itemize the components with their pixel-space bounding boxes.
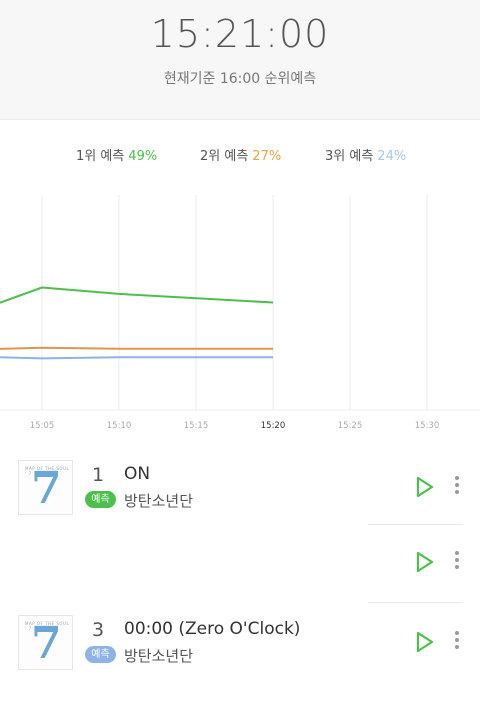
play-icon[interactable] [415,550,435,574]
legend-rank-1: 1위 예측 49% [76,145,157,164]
series-line-3 [0,356,273,360]
album-cover: MAP OF THE SOUL : 7 7 [18,460,73,515]
legend-rank-3: 3위 예측 24% [325,145,406,164]
prediction-subtitle: 현재기준 16:00 순위예측 [163,71,317,87]
song-row-1[interactable]: MAP OF THE SOUL : 7 7 1 ON 예측 방탄소년단 [0,460,480,530]
x-tick-label: 15:25 [338,421,363,431]
series-line-1 [0,286,274,304]
song-row-3[interactable]: MAP OF THE SOUL : 7 7 3 00:00 (Zero O'Cl… [0,615,480,685]
legend-label: 1위 예측 [76,149,125,164]
legend-pct: 24% [377,149,407,164]
x-tick-label: 15:30 [415,421,440,431]
song-title: ON [124,464,151,484]
more-vertical-icon[interactable] [450,631,464,653]
header: 15:21:00 현재기준 16:00 순위예측 [0,0,480,120]
x-tick-label: 15:05 [30,421,55,431]
song-rank: 1 [92,464,105,486]
play-icon[interactable] [415,630,435,654]
song-title: 00:00 (Zero O'Clock) [124,619,301,639]
more-vertical-icon[interactable] [450,551,464,573]
current-time: 15:21:00 [150,12,330,56]
x-tick-label: 15:15 [184,421,209,431]
chart-legend: 1위 예측 49% 2위 예측 27% 3위 예측 24% [0,145,480,165]
prediction-line-chart: 15:05 15:10 15:15 15:20 15:25 15:30 [0,195,480,431]
song-artist: 방탄소년단 [124,492,194,510]
legend-pct: 49% [128,149,158,164]
song-artist: 방탄소년단 [124,647,194,665]
x-tick-label: 15:20 [261,421,286,431]
song-row-2[interactable] [0,535,480,605]
album-cover-number: 7 [31,618,62,669]
song-rank: 3 [92,619,105,641]
prediction-badge: 예측 [85,646,116,663]
row-divider [368,602,463,603]
row-divider [368,524,463,525]
series-line-2 [0,346,273,350]
legend-pct: 27% [252,149,282,164]
x-tick-label: 15:10 [107,421,132,431]
prediction-badge: 예측 [85,491,116,508]
album-cover-number: 7 [31,463,62,514]
album-cover: MAP OF THE SOUL : 7 7 [18,615,73,670]
legend-rank-2: 2위 예측 27% [200,145,281,164]
more-vertical-icon[interactable] [450,476,464,498]
legend-label: 2위 예측 [200,149,249,164]
play-icon[interactable] [415,475,435,499]
legend-label: 3위 예측 [325,149,374,164]
